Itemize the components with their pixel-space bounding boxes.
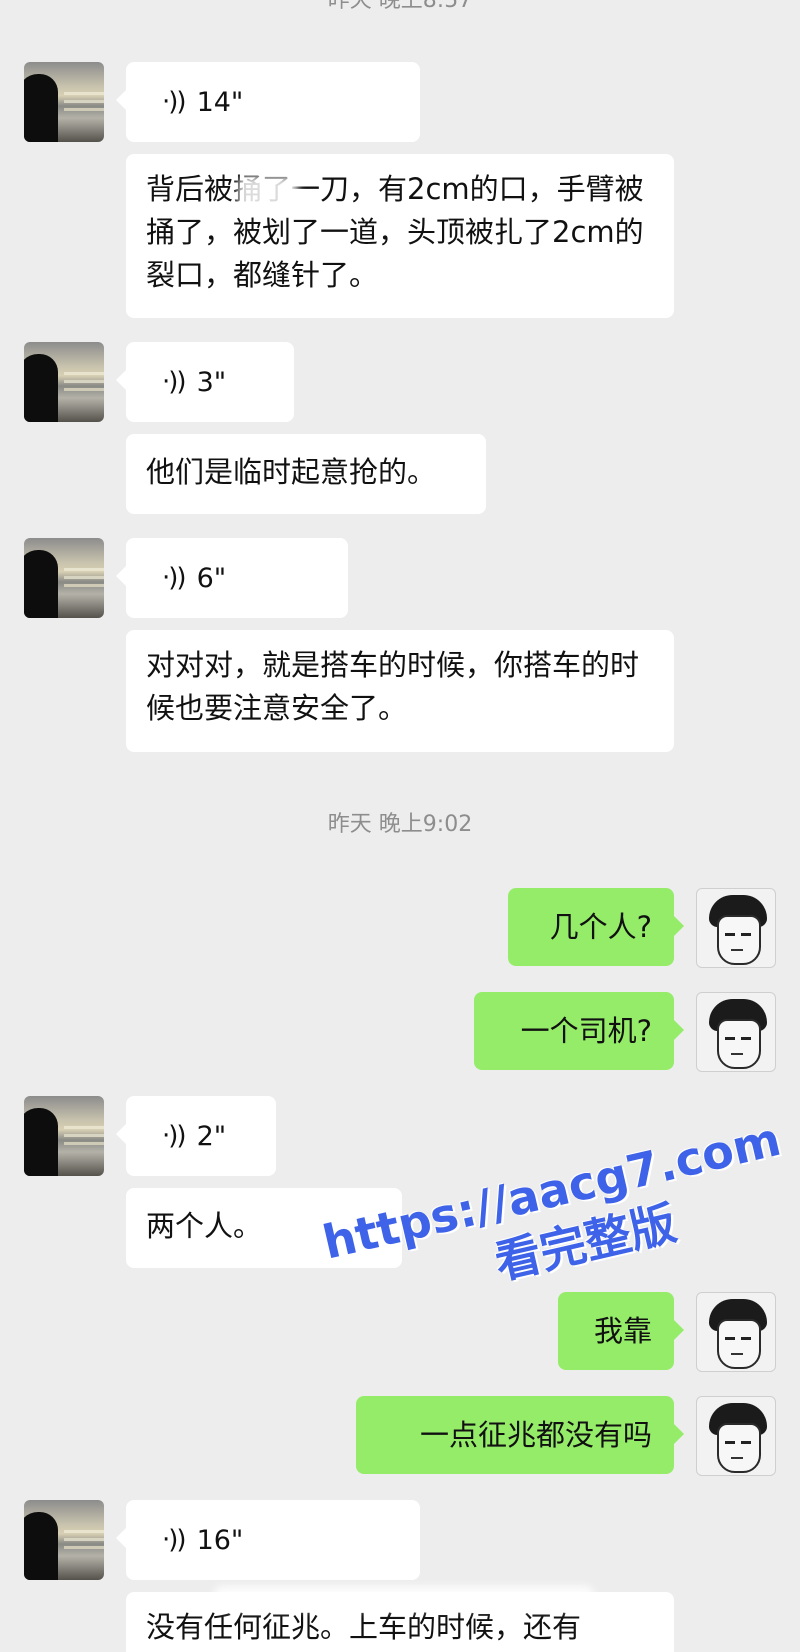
message-text: 没有任何征兆。上车的时候，还有 [146,1610,582,1644]
avatar-face [717,915,761,965]
contact-avatar[interactable] [24,1500,104,1580]
contact-avatar[interactable] [24,1096,104,1176]
voice-duration: 3" [196,366,227,398]
user-avatar[interactable] [696,888,776,968]
voice-message[interactable]: ·)) 16" [116,1500,420,1580]
voice-wave-icon: ·)) [162,562,187,593]
text-message[interactable]: 他们是临时起意抢的。 [126,434,486,514]
contact-avatar[interactable] [24,538,104,618]
avatar-face [717,1319,761,1369]
voice-duration: 14" [196,86,244,118]
avatar-eye [741,1441,751,1444]
avatar-eye [741,933,751,936]
message-text: 我靠 [593,1313,652,1348]
blur-patch [238,176,298,210]
avatar-mouth [731,1457,743,1459]
contact-avatar[interactable] [24,342,104,422]
avatar-eye [741,1337,751,1340]
voice-message[interactable]: ·)) 2" [116,1096,276,1176]
message-text: 两个人。 [146,1209,263,1243]
text-message-outgoing[interactable]: 一点征兆都没有吗 [356,1396,684,1474]
voice-wave-icon: ·)) [162,366,187,397]
avatar-eye [725,1337,735,1340]
message-text: 一个司机? [520,1013,652,1048]
voice-wave-icon: ·)) [162,1120,187,1151]
avatar-eye [725,933,735,936]
text-message[interactable]: 对对对，就是搭车的时候，你搭车的时候也要注意安全了。 [126,630,674,752]
user-avatar[interactable] [696,992,776,1072]
message-text: 对对对，就是搭车的时候，你搭车的时候也要注意安全了。 [146,648,640,725]
voice-duration: 2" [196,1120,227,1152]
text-message[interactable]: 两个人。 [126,1188,402,1268]
chat-screen: 昨天 晚上8:57 ·)) 14" 背后被捅了一刀，有2cm的口，手臂被捅了，被… [0,0,800,1652]
voice-wave-icon: ·)) [162,1524,187,1555]
voice-message[interactable]: ·)) 14" [116,62,420,142]
text-message[interactable]: 背后被捅了一刀，有2cm的口，手臂被捅了，被划了一道，头顶被扎了2cm的裂口，都… [126,154,674,318]
message-text: 一点征兆都没有吗 [419,1417,652,1452]
text-message-outgoing[interactable]: 几个人? [508,888,684,966]
avatar-eye [741,1037,751,1040]
watermark-caption: 看完整版 [489,1195,682,1290]
voice-message[interactable]: ·)) 6" [116,538,348,618]
avatar-mouth [731,1353,743,1355]
voice-duration: 6" [196,562,227,594]
text-message-outgoing[interactable]: 一个司机? [474,992,684,1070]
avatar-eye [725,1037,735,1040]
text-message-outgoing[interactable]: 我靠 [558,1292,684,1370]
message-text: 背后被捅了一刀，有2cm的口，手臂被捅了，被划了一道，头顶被扎了2cm的裂口，都… [146,172,644,292]
user-avatar[interactable] [696,1292,776,1372]
contact-avatar[interactable] [24,62,104,142]
avatar-mouth [731,949,743,951]
voice-duration: 16" [196,1524,244,1556]
voice-message[interactable]: ·)) 3" [116,342,294,422]
timestamp-middle: 昨天 晚上9:02 [327,812,473,837]
avatar-mouth [731,1053,743,1055]
avatar-face [717,1019,761,1069]
voice-wave-icon: ·)) [162,86,187,117]
blur-patch [214,1586,594,1610]
timestamp-top: 昨天 晚上8:57 [327,0,473,13]
message-text: 几个人? [549,909,652,944]
avatar-eye [725,1441,735,1444]
user-avatar[interactable] [696,1396,776,1476]
message-text: 他们是临时起意抢的。 [146,455,437,489]
avatar-face [717,1423,761,1473]
